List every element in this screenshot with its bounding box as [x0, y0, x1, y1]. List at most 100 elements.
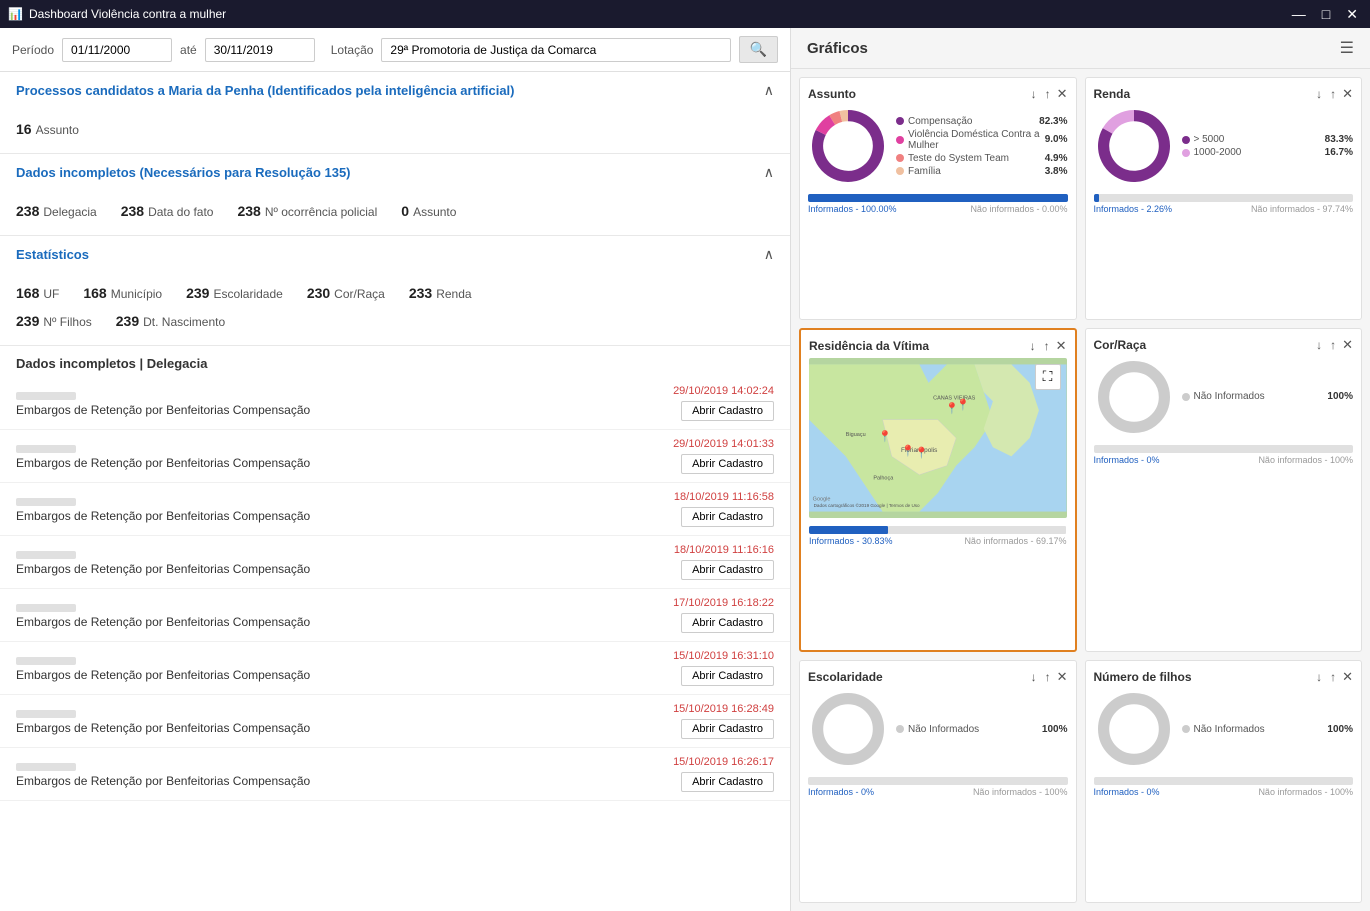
stat-uf: 168 UF — [16, 285, 59, 301]
svg-text:📍: 📍 — [915, 446, 929, 459]
section-estatisticos-header[interactable]: Estatísticos ∧ — [0, 236, 790, 273]
stat-dt-nascimento: 239 Dt. Nascimento — [116, 313, 225, 329]
section-maria-penha-title: Processos candidatos a Maria da Penha (I… — [16, 83, 515, 98]
chart-close-btn-num_filhos[interactable]: ✕ — [1342, 669, 1353, 685]
legend-dot — [1182, 136, 1190, 144]
legend-text: Violência Doméstica Contra a Mulher — [908, 129, 1041, 151]
stat-label-data-fato: Data do fato — [148, 205, 213, 219]
process-name: Embargos de Retenção por Benfeitorias Co… — [16, 774, 673, 788]
not-informed-label-num_filhos: Não informados - 100% — [1258, 787, 1353, 797]
stat-municipio: 168 Município — [83, 285, 162, 301]
legend-item: Compensação 82.3% — [896, 116, 1068, 127]
map-content: Florianópolis Biguaçu Palhoça CANAS VIEI… — [809, 358, 1067, 518]
process-item: Embargos de Retenção por Benfeitorias Co… — [0, 536, 790, 589]
chart-up-btn-corraca[interactable]: ↑ — [1328, 338, 1338, 352]
process-name: Embargos de Retenção por Benfeitorias Co… — [16, 403, 673, 417]
left-panel: Período até Lotação 🔍 Processos candidat… — [0, 28, 790, 911]
minimize-button[interactable]: — — [1288, 6, 1310, 23]
process-open-button[interactable]: Abrir Cadastro — [681, 401, 774, 421]
chart-down-btn-escolaridade[interactable]: ↓ — [1029, 670, 1039, 684]
chart-close-btn-assunto[interactable]: ✕ — [1057, 86, 1068, 102]
map-svg: Florianópolis Biguaçu Palhoça CANAS VIEI… — [809, 358, 1067, 518]
chart-up-btn-escolaridade[interactable]: ↑ — [1043, 670, 1053, 684]
chart-close-btn-renda[interactable]: ✕ — [1342, 86, 1353, 102]
chart-footer-corraca: Informados - 0% Não informados - 100% — [1094, 445, 1354, 465]
section-dados-incompletos-header[interactable]: Dados incompletos (Necessários para Reso… — [0, 154, 790, 191]
process-open-button[interactable]: Abrir Cadastro — [681, 719, 774, 739]
graficos-grid: Assunto ↓ ↑ ✕ Compensação 82.3% Violênci… — [791, 69, 1370, 911]
main-layout: Período até Lotação 🔍 Processos candidat… — [0, 28, 1370, 911]
process-date: 18/10/2019 11:16:58 — [674, 491, 774, 503]
section-maria-penha-header[interactable]: Processos candidatos a Maria da Penha (I… — [0, 72, 790, 109]
chart-close-btn-corraca[interactable]: ✕ — [1342, 337, 1353, 353]
period-from-input[interactable] — [62, 38, 172, 62]
process-open-button[interactable]: Abrir Cadastro — [681, 507, 774, 527]
graficos-controls-icon[interactable]: ☰ — [1340, 38, 1354, 58]
stat-num-delegacia: 238 — [16, 203, 39, 219]
chart-down-btn-renda[interactable]: ↓ — [1314, 87, 1324, 101]
search-button[interactable]: 🔍 — [739, 36, 778, 63]
process-date: 29/10/2019 14:01:33 — [673, 438, 774, 450]
section-estatisticos-title: Estatísticos — [16, 247, 89, 262]
process-open-button[interactable]: Abrir Cadastro — [681, 772, 774, 792]
legend-text: Compensação — [908, 116, 1035, 127]
svg-text:Google: Google — [813, 496, 831, 502]
legend-dot — [896, 154, 904, 162]
chart-up-btn-renda[interactable]: ↑ — [1328, 87, 1338, 101]
process-item: Embargos de Retenção por Benfeitorias Co… — [0, 377, 790, 430]
stat-ocorrencia: 238 Nº ocorrência policial — [237, 203, 377, 219]
legend-pct: 4.9% — [1045, 153, 1068, 164]
process-open-button[interactable]: Abrir Cadastro — [681, 613, 774, 633]
chart-bar-labels-escolaridade: Informados - 0% Não informados - 100% — [808, 787, 1068, 797]
chart-title-assunto: Assunto — [808, 87, 856, 101]
stat-num-filhos: 239 Nº Filhos — [16, 313, 92, 329]
chart-down-btn-assunto[interactable]: ↓ — [1029, 87, 1039, 101]
chart-bar-labels-corraca: Informados - 0% Não informados - 100% — [1094, 455, 1354, 465]
legend-pct: 16.7% — [1325, 147, 1353, 158]
not-informed-label-renda: Não informados - 97.74% — [1251, 204, 1353, 214]
legend-dot — [1182, 393, 1190, 401]
titlebar-left: 📊 Dashboard Violência contra a mulher — [8, 7, 226, 21]
legend-item: 1000-2000 16.7% — [1182, 147, 1354, 158]
chart-footer-num_filhos: Informados - 0% Não informados - 100% — [1094, 777, 1354, 797]
chart-down-btn-num_filhos[interactable]: ↓ — [1314, 670, 1324, 684]
lotacao-input[interactable] — [381, 38, 730, 62]
process-right: 18/10/2019 11:16:58 Abrir Cadastro — [674, 491, 774, 527]
map-expand-button[interactable]: ⛶ — [1035, 364, 1061, 390]
legend-dot — [1182, 725, 1190, 733]
process-name: Embargos de Retenção por Benfeitorias Co… — [16, 456, 673, 470]
period-to-input[interactable] — [205, 38, 315, 62]
titlebar: 📊 Dashboard Violência contra a mulher — … — [0, 0, 1370, 28]
chart-close-btn-escolaridade[interactable]: ✕ — [1057, 669, 1068, 685]
legend-pct: 3.8% — [1045, 166, 1068, 177]
chart-up-btn-num_filhos[interactable]: ↑ — [1328, 670, 1338, 684]
chart-nav-renda: ↓ ↑ ✕ — [1314, 86, 1353, 102]
app-title: Dashboard Violência contra a mulher — [29, 7, 226, 21]
process-number-placeholder — [16, 445, 76, 453]
legend-item: > 5000 83.3% — [1182, 134, 1354, 145]
process-open-button[interactable]: Abrir Cadastro — [681, 454, 774, 474]
process-open-button[interactable]: Abrir Cadastro — [681, 666, 774, 686]
svg-text:📍: 📍 — [878, 429, 892, 442]
process-item: Embargos de Retenção por Benfeitorias Co… — [0, 430, 790, 483]
not-informed-bar-corraca — [1094, 445, 1354, 453]
chart-up-btn-assunto[interactable]: ↑ — [1043, 87, 1053, 101]
graficos-header: Gráficos ☰ — [791, 28, 1370, 69]
chart-up-btn-residencia[interactable]: ↑ — [1042, 339, 1052, 353]
content-area: Processos candidatos a Maria da Penha (I… — [0, 72, 790, 911]
chart-close-btn-residencia[interactable]: ✕ — [1056, 338, 1067, 354]
chart-legend-num_filhos: Não Informados 100% — [1182, 724, 1354, 735]
process-info: Embargos de Retenção por Benfeitorias Co… — [16, 760, 673, 788]
svg-text:Dados cartográficos ©2019 Goog: Dados cartográficos ©2019 Google | Termo… — [814, 502, 920, 508]
process-date: 17/10/2019 16:18:22 — [673, 597, 774, 609]
process-open-button[interactable]: Abrir Cadastro — [681, 560, 774, 580]
chart-footer-renda: Informados - 2.26% Não informados - 97.7… — [1094, 194, 1354, 214]
chart-down-btn-corraca[interactable]: ↓ — [1314, 338, 1324, 352]
legend-item: Teste do System Team 4.9% — [896, 153, 1068, 164]
process-right: 17/10/2019 16:18:22 Abrir Cadastro — [673, 597, 774, 633]
close-button[interactable]: ✕ — [1342, 6, 1362, 23]
chart-down-btn-residencia[interactable]: ↓ — [1028, 339, 1038, 353]
donut-chart-num_filhos — [1094, 689, 1174, 769]
maximize-button[interactable]: □ — [1318, 6, 1334, 23]
donut-chart-assunto — [808, 106, 888, 186]
